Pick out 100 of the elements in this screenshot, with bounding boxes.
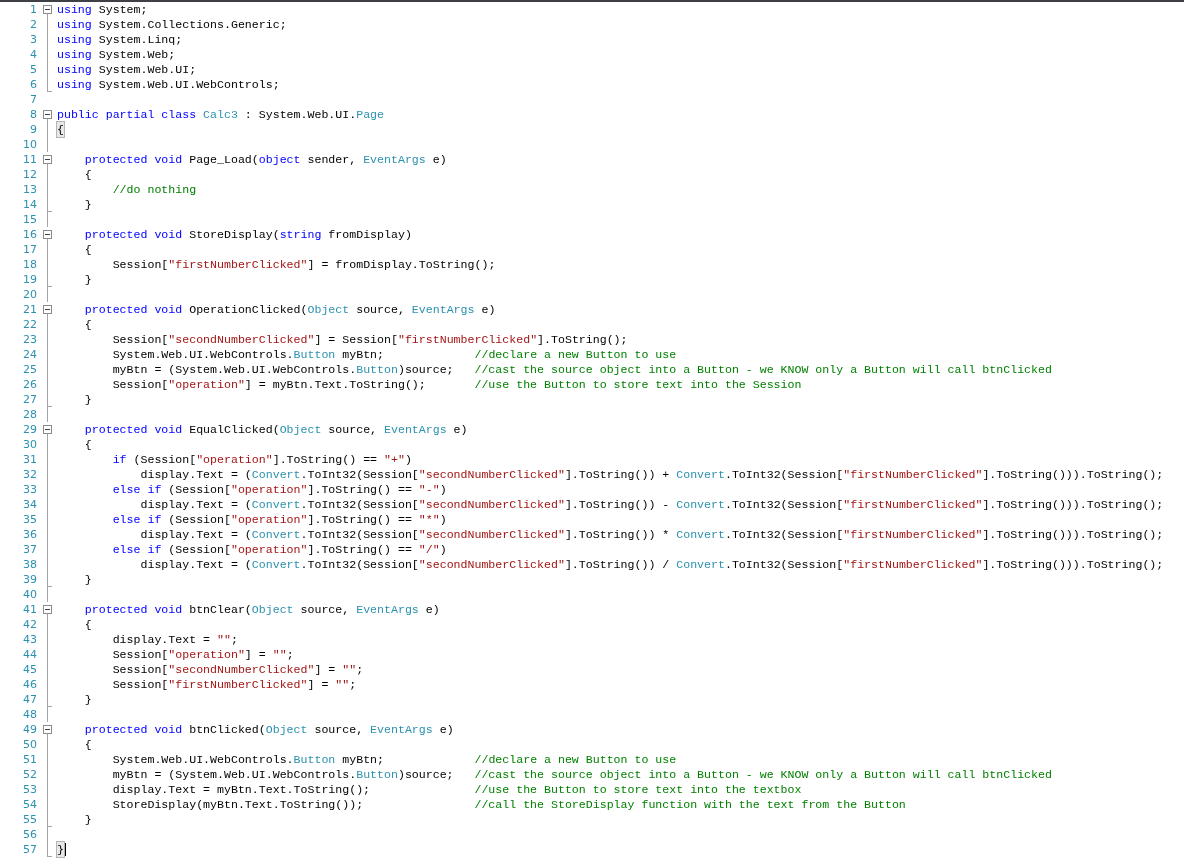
- line-number: 41: [22, 602, 37, 617]
- code-line: using System.Linq;: [57, 32, 183, 47]
- line-number: 32: [22, 467, 37, 482]
- line-number: 51: [22, 752, 37, 767]
- code-editor[interactable]: [0, 0, 1184, 858]
- line-number: 33: [22, 482, 37, 497]
- line-number: 38: [22, 557, 37, 572]
- code-line: {: [83, 317, 92, 332]
- code-line: public partial class Calc3 : System.Web.UI.Page: [57, 107, 385, 122]
- code-line: {: [83, 437, 92, 452]
- line-number: 53: [22, 782, 37, 797]
- code-line: display.Text = (Convert.ToInt32(Session["secondNumberClicked"].ToString()) * Convert.ToInt32(Session["firstNumberClicked"].ToString())).ToString();: [139, 527, 1164, 542]
- code-line: else if (Session["operation"].ToString() == "/"): [111, 542, 447, 557]
- code-line: using System.Collections.Generic;: [57, 17, 287, 32]
- collapse-icon[interactable]: [43, 155, 52, 164]
- code-line: else if (Session["operation"].ToString() == "-"): [111, 482, 447, 497]
- code-line: System.Web.UI.WebControls.Button myBtn; //declare a new Button to use: [111, 347, 677, 362]
- line-number: 21: [22, 302, 37, 317]
- code-line: {: [83, 242, 92, 257]
- line-number: 17: [22, 242, 37, 257]
- line-number: 42: [22, 617, 37, 632]
- code-line: Session["firstNumberClicked"] = "";: [111, 677, 357, 692]
- line-number: 14: [22, 197, 37, 212]
- code-line: StoreDisplay(myBtn.Text.ToString()); //call the StoreDisplay function with the text from the Button: [111, 797, 906, 812]
- collapse-icon[interactable]: [43, 605, 52, 614]
- code-line: }: [83, 392, 92, 407]
- code-line: if (Session["operation"].ToString() == "+"): [111, 452, 412, 467]
- line-number: 36: [22, 527, 37, 542]
- line-number: 26: [22, 377, 37, 392]
- code-line: System.Web.UI.WebControls.Button myBtn; //declare a new Button to use: [111, 752, 677, 767]
- line-number: 31: [22, 452, 37, 467]
- code-line: display.Text = myBtn.Text.ToString(); //use the Button to store text into the textbox: [111, 782, 802, 797]
- code-line: else if (Session["operation"].ToString() == "*"): [111, 512, 447, 527]
- line-number: 49: [22, 722, 37, 737]
- code-line: {: [83, 737, 92, 752]
- line-number: 39: [22, 572, 37, 587]
- collapse-icon[interactable]: [43, 305, 52, 314]
- line-number: 27: [22, 392, 37, 407]
- line-number: 11: [22, 152, 37, 167]
- code-line: myBtn = (System.Web.UI.WebControls.Button)source; //cast the source object into a Button - we KNOW only a Button will call btnClicked: [111, 362, 1052, 377]
- collapse-icon[interactable]: [43, 110, 52, 119]
- line-number: 48: [22, 707, 37, 722]
- line-number: 28: [22, 407, 37, 422]
- line-number: 37: [22, 542, 37, 557]
- line-number: 34: [22, 497, 37, 512]
- collapse-icon[interactable]: [43, 5, 52, 14]
- line-number: 20: [22, 287, 37, 302]
- line-number: 55: [22, 812, 37, 827]
- code-line: display.Text = (Convert.ToInt32(Session["secondNumberClicked"].ToString()) - Convert.ToInt32(Session["firstNumberClicked"].ToString())).ToString();: [139, 497, 1164, 512]
- line-number: 3: [29, 32, 37, 47]
- line-number: 5: [29, 62, 37, 77]
- collapse-icon[interactable]: [43, 425, 52, 434]
- line-number: 9: [29, 122, 37, 137]
- code-line: myBtn = (System.Web.UI.WebControls.Button)source; //cast the source object into a Button - we KNOW only a Button will call btnClicked: [111, 767, 1052, 782]
- collapse-icon[interactable]: [43, 230, 52, 239]
- line-number: 4: [29, 47, 37, 62]
- code-line: Session["secondNumberClicked"] = Session["firstNumberClicked"].ToString();: [111, 332, 628, 347]
- line-number: 12: [22, 167, 37, 182]
- line-number: 57: [22, 842, 37, 857]
- line-number: 23: [22, 332, 37, 347]
- code-line: using System.Web.UI.WebControls;: [57, 77, 280, 92]
- line-number: 10: [22, 137, 37, 152]
- line-number: 1: [29, 2, 37, 17]
- line-number: 16: [22, 227, 37, 242]
- code-line: Session["firstNumberClicked"] = fromDisplay.ToString();: [111, 257, 496, 272]
- code-line: Session["operation"] = myBtn.Text.ToString(); //use the Button to store text into the Session: [111, 377, 802, 392]
- code-line: protected void OperationClicked(Object source, EventArgs e): [83, 302, 496, 317]
- line-number: 13: [22, 182, 37, 197]
- line-number: 56: [22, 827, 37, 842]
- code-line: }: [83, 272, 92, 287]
- code-line: Session["operation"] = "";: [111, 647, 294, 662]
- line-number: 18: [22, 257, 37, 272]
- line-number: 22: [22, 317, 37, 332]
- collapse-icon[interactable]: [43, 725, 52, 734]
- code-line: protected void btnClear(Object source, EventArgs e): [83, 602, 440, 617]
- line-number: 35: [22, 512, 37, 527]
- line-number: 44: [22, 647, 37, 662]
- code-line: display.Text = "";: [111, 632, 238, 647]
- line-number: 54: [22, 797, 37, 812]
- code-line: {: [83, 617, 92, 632]
- line-number: 15: [22, 212, 37, 227]
- line-number: 43: [22, 632, 37, 647]
- code-line: using System.Web;: [57, 47, 176, 62]
- code-line: protected void EqualClicked(Object source, EventArgs e): [83, 422, 468, 437]
- line-number: 25: [22, 362, 37, 377]
- code-line: }: [83, 692, 92, 707]
- line-number: 47: [22, 692, 37, 707]
- line-number: 2: [29, 17, 37, 32]
- code-line: //do nothing: [111, 182, 197, 197]
- line-number: 6: [29, 77, 37, 92]
- line-number: 30: [22, 437, 37, 452]
- code-line: display.Text = (Convert.ToInt32(Session["secondNumberClicked"].ToString()) / Convert.ToInt32(Session["firstNumberClicked"].ToString())).ToString();: [139, 557, 1164, 572]
- code-line: using System;: [57, 2, 148, 17]
- code-line: protected void Page_Load(object sender, EventArgs e): [83, 152, 447, 167]
- code-line: {: [83, 167, 92, 182]
- line-number: 52: [22, 767, 37, 782]
- line-number: 19: [22, 272, 37, 287]
- code-line: protected void StoreDisplay(string fromDisplay): [83, 227, 412, 242]
- line-number: 29: [22, 422, 37, 437]
- line-number: 8: [29, 107, 37, 122]
